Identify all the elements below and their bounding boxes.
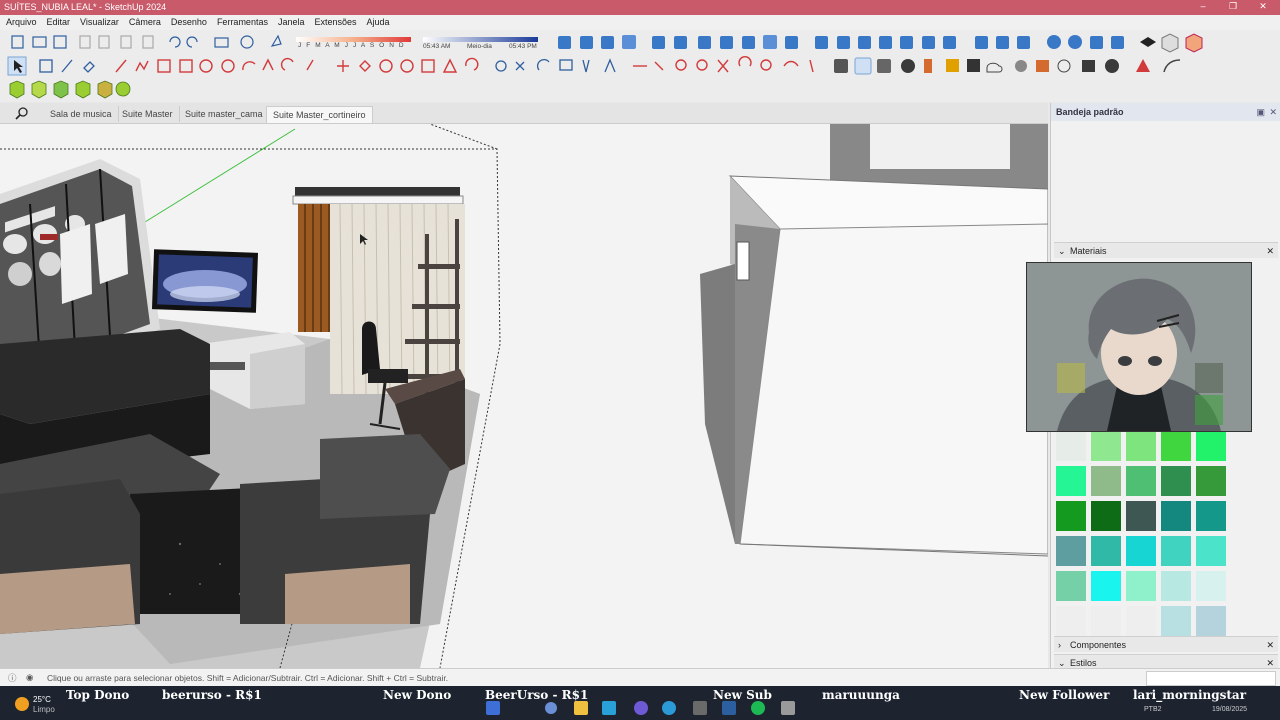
model-viewport[interactable] [0, 124, 1048, 668]
material-swatch[interactable] [1161, 606, 1191, 636]
ticker-new-dono-label: New Dono [383, 688, 452, 702]
green-axis [144, 128, 296, 223]
building-block [700, 124, 1048, 557]
menu-ferramentas[interactable]: Ferramentas [211, 15, 272, 27]
tab-suite-master-cama[interactable]: Suite master_cama [179, 106, 270, 122]
chevron-down-icon: ⌄ [1058, 246, 1066, 256]
ticker-new-follower-label: New Follower [1019, 688, 1110, 702]
components-label: Componentes [1070, 640, 1127, 650]
tv [151, 249, 259, 313]
ticker-top-dono-value: beerurso - R$1 [162, 688, 262, 702]
menu-extensoes[interactable]: Extensões [309, 15, 361, 27]
shadow-time-mid: Meio-dia [467, 43, 492, 50]
material-swatch[interactable] [1091, 606, 1121, 636]
taskbar-app-icons[interactable] [482, 698, 822, 718]
material-swatch[interactable] [1056, 606, 1086, 636]
menu-bar: Arquivo Editar Visualizar Câmera Desenho Ferr… [0, 15, 1280, 30]
scene-tabs-bar: Sala de musica Suite Master Suite master… [0, 103, 1048, 124]
help-icon[interactable]: ⓘ [8, 672, 17, 684]
sandbox-tools-icons[interactable] [0, 78, 200, 102]
material-swatch[interactable] [1161, 536, 1191, 566]
pin-icon[interactable]: ▣ [1256, 103, 1265, 121]
standard-tools-icons[interactable] [0, 30, 1280, 54]
menu-desenho[interactable]: Desenho [165, 15, 211, 27]
menu-arquivo[interactable]: Arquivo [0, 15, 41, 27]
tab-suite-master-cortineiro[interactable]: Suite Master_cortineiro [266, 106, 373, 123]
maximize-button[interactable]: ❐ [1226, 1, 1240, 13]
menu-ajuda[interactable]: Ajuda [361, 15, 394, 27]
lang-indicator[interactable]: PTB2 [1144, 706, 1162, 713]
material-swatch[interactable] [1056, 571, 1086, 601]
menu-editar[interactable]: Editar [41, 15, 75, 27]
weather-temp: 25°C [33, 695, 51, 704]
tab-suite-master[interactable]: Suite Master [116, 106, 180, 122]
ticker-new-follower-value: lari_morningstar [1133, 688, 1247, 702]
material-swatch[interactable] [1196, 606, 1226, 636]
material-swatch[interactable] [1196, 571, 1226, 601]
material-swatch[interactable] [1196, 431, 1226, 461]
material-swatch[interactable] [1161, 571, 1191, 601]
materials-close-icon[interactable]: ✕ [1266, 243, 1274, 259]
ticker-top-dono-label: Top Dono [66, 688, 130, 702]
measurements-box[interactable] [1146, 671, 1276, 686]
weather-desc: Limpo [33, 705, 55, 714]
material-swatch[interactable] [1161, 466, 1191, 496]
material-swatch[interactable] [1056, 501, 1086, 531]
weather-icon[interactable] [10, 692, 34, 716]
geo-icon[interactable]: ◉ [26, 672, 33, 683]
material-swatch[interactable] [1126, 501, 1156, 531]
shadow-time-end: 05:43 PM [509, 43, 537, 50]
material-swatch[interactable] [1091, 501, 1121, 531]
chevron-right-icon: › [1058, 640, 1061, 650]
material-swatch[interactable] [1196, 466, 1226, 496]
toolbar-drawing [0, 54, 1280, 78]
material-swatch[interactable] [1196, 536, 1226, 566]
components-close-icon[interactable]: ✕ [1266, 637, 1274, 653]
title-bar: SUÍTES_NUBIA LEAL* - SketchUp 2024 – ❐ ✕ [0, 0, 1280, 15]
drawing-tools-icons[interactable] [0, 54, 1280, 78]
minimize-button[interactable]: – [1196, 1, 1210, 13]
window-title: SUÍTES_NUBIA LEAL* - SketchUp 2024 [4, 2, 167, 12]
status-bar: ⓘ ◉ Clique ou arraste para selecionar ob… [0, 668, 1280, 687]
materials-panel-header[interactable]: ⌄ Materiais ✕ [1054, 242, 1278, 258]
material-swatch[interactable] [1056, 536, 1086, 566]
search-icon[interactable] [0, 103, 40, 123]
materials-label: Materiais [1070, 246, 1107, 256]
material-swatch[interactable] [1196, 501, 1226, 531]
menu-janela[interactable]: Janela [272, 15, 309, 27]
shadow-time-start: 05:43 AM [423, 43, 451, 50]
avatar-illustration [1027, 263, 1251, 431]
taskbar: 25°C Limpo Top Dono beerurso - R$1 New D… [0, 686, 1280, 720]
toolbar-standard: J F M A M J J A S O N D 05:43 AM Meio-di… [0, 30, 1280, 54]
ticker-new-sub-value: maruuunga [822, 688, 900, 702]
tab-sala-de-musica[interactable]: Sala de musica [44, 106, 119, 122]
material-swatch[interactable] [1161, 431, 1191, 461]
webcam-overlay [1026, 262, 1252, 432]
material-swatch[interactable] [1126, 571, 1156, 601]
menu-visualizar[interactable]: Visualizar [74, 15, 123, 27]
close-icon[interactable]: ✕ [1269, 103, 1277, 121]
components-panel-header[interactable]: › Componentes ✕ [1054, 636, 1278, 652]
material-swatch[interactable] [1126, 466, 1156, 496]
toolbar-sandbox [0, 78, 1280, 102]
material-swatch[interactable] [1091, 571, 1121, 601]
shadow-months: J F M A M J J A S O N D [298, 42, 406, 49]
tray-title: Bandeja padrão [1056, 107, 1124, 117]
material-swatch[interactable] [1161, 501, 1191, 531]
material-swatch[interactable] [1056, 466, 1086, 496]
material-swatch[interactable] [1091, 466, 1121, 496]
tray-header: Bandeja padrão ▣ ✕ [1051, 103, 1280, 121]
material-swatch[interactable] [1091, 431, 1121, 461]
styles-label: Estilos [1070, 658, 1097, 668]
material-swatch[interactable] [1091, 536, 1121, 566]
material-swatch[interactable] [1126, 431, 1156, 461]
material-swatch[interactable] [1126, 536, 1156, 566]
material-swatch[interactable] [1126, 606, 1156, 636]
clock-date[interactable]: 19/08/2025 [1212, 706, 1247, 713]
material-swatch[interactable] [1056, 431, 1086, 461]
close-button[interactable]: ✕ [1256, 1, 1270, 13]
status-text: Clique ou arraste para selecionar objeto… [47, 673, 449, 683]
menu-camera[interactable]: Câmera [123, 15, 165, 27]
